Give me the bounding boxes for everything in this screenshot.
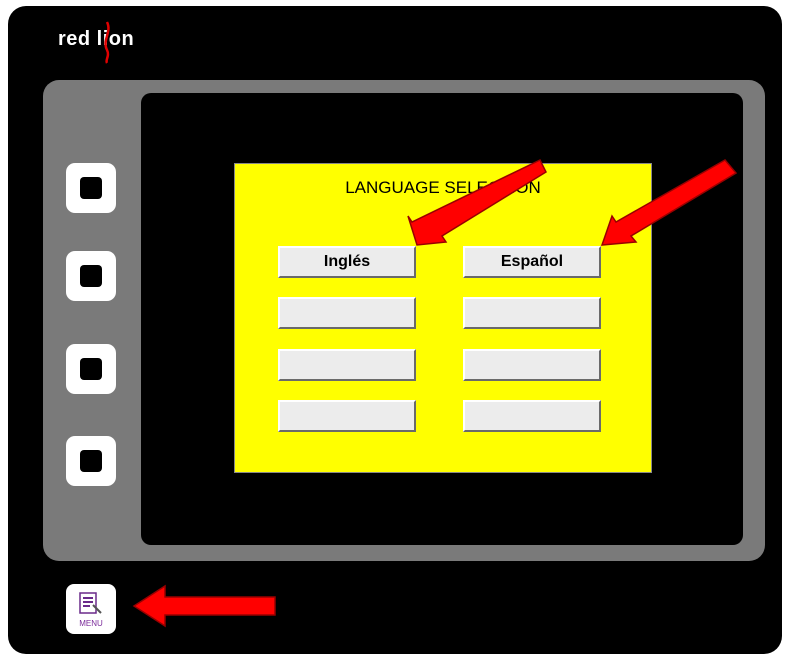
- softkey-1-button[interactable]: [66, 163, 116, 213]
- language-button-espanol[interactable]: Español: [463, 246, 601, 278]
- language-button-empty[interactable]: [463, 400, 601, 432]
- menu-button[interactable]: MENU: [66, 584, 116, 634]
- softkey-4-button[interactable]: [66, 436, 116, 486]
- brand-text: red lion: [58, 28, 135, 50]
- menu-document-icon: [79, 592, 102, 614]
- page-title: LANGUAGE SELECTION: [345, 178, 541, 197]
- softkey-2-button[interactable]: [66, 251, 116, 301]
- brand-logo: red lion: [58, 21, 135, 64]
- language-button-empty[interactable]: [278, 400, 416, 432]
- language-selection-panel: LANGUAGE SELECTION Inglés Español: [234, 163, 652, 473]
- language-button-empty[interactable]: [278, 297, 416, 329]
- language-button-empty[interactable]: [278, 349, 416, 381]
- language-button-empty[interactable]: [463, 297, 601, 329]
- menu-label: MENU: [79, 619, 103, 628]
- softkey-3-button[interactable]: [66, 344, 116, 394]
- language-button-empty[interactable]: [463, 349, 601, 381]
- language-button-ingles[interactable]: Inglés: [278, 246, 416, 278]
